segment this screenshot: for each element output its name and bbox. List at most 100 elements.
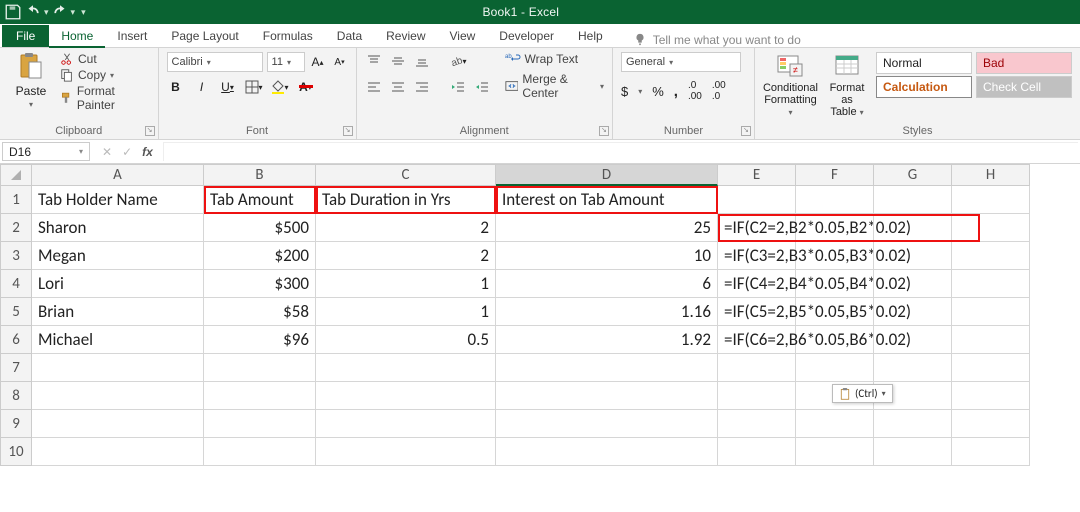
- cell-D4[interactable]: 6: [496, 270, 718, 298]
- cell-B4[interactable]: $300: [204, 270, 316, 298]
- cell-D3[interactable]: 10: [496, 242, 718, 270]
- tell-me-search[interactable]: Tell me what you want to do: [615, 33, 801, 47]
- paste-caret-icon[interactable]: ▾: [29, 100, 33, 109]
- row-header-6[interactable]: 6: [0, 326, 32, 354]
- tab-data[interactable]: Data: [325, 25, 374, 47]
- increase-indent-icon[interactable]: [473, 78, 491, 96]
- row-header-1[interactable]: 1: [0, 186, 32, 214]
- cell-C3[interactable]: 2: [316, 242, 496, 270]
- redo-caret-icon[interactable]: ▾: [71, 7, 76, 18]
- cell-G6[interactable]: [874, 326, 952, 354]
- cell-C4[interactable]: 1: [316, 270, 496, 298]
- cell-E5[interactable]: =IF(C5=2,B5*0.05,B5*0.02): [718, 298, 796, 326]
- col-header-E[interactable]: E: [718, 164, 796, 186]
- tab-review[interactable]: Review: [374, 25, 437, 47]
- align-center-icon[interactable]: [389, 78, 407, 96]
- fill-color-icon[interactable]: ▾: [271, 78, 289, 96]
- font-size-select[interactable]: 11▾: [267, 52, 305, 72]
- cell-A4[interactable]: Lori: [32, 270, 204, 298]
- decrease-font-icon[interactable]: A▾: [331, 53, 349, 71]
- cell-E3[interactable]: =IF(C3=2,B3*0.05,B3*0.02): [718, 242, 796, 270]
- cell-B2[interactable]: $500: [204, 214, 316, 242]
- cell-G1[interactable]: [874, 186, 952, 214]
- format-as-table-button[interactable]: Format asTable ▾: [824, 52, 870, 119]
- clipboard-launcher[interactable]: ↘: [145, 126, 155, 136]
- align-middle-icon[interactable]: [389, 52, 407, 70]
- cell-B6[interactable]: $96: [204, 326, 316, 354]
- cell-H3[interactable]: [952, 242, 1030, 270]
- cell-A1[interactable]: Tab Holder Name: [32, 186, 204, 214]
- copy-button[interactable]: Copy ▾: [60, 68, 150, 82]
- undo-icon[interactable]: [24, 3, 42, 21]
- tab-help[interactable]: Help: [566, 25, 615, 47]
- cell-style-check-cell[interactable]: Check Cell: [976, 76, 1072, 98]
- align-top-icon[interactable]: [365, 52, 383, 70]
- cell-F3[interactable]: [796, 242, 874, 270]
- paste-button[interactable]: Paste ▾: [8, 52, 54, 109]
- cell-D2[interactable]: 25: [496, 214, 718, 242]
- cell-H4[interactable]: [952, 270, 1030, 298]
- align-left-icon[interactable]: [365, 78, 383, 96]
- cell-style-calculation[interactable]: Calculation: [876, 76, 972, 98]
- tab-formulas[interactable]: Formulas: [251, 25, 325, 47]
- row-header-10[interactable]: 10: [0, 438, 32, 466]
- cell-B3[interactable]: $200: [204, 242, 316, 270]
- tab-insert[interactable]: Insert: [105, 25, 159, 47]
- tab-developer[interactable]: Developer: [487, 25, 566, 47]
- borders-icon[interactable]: ▾: [245, 78, 263, 96]
- cell-E6[interactable]: =IF(C6=2,B6*0.05,B6*0.02): [718, 326, 796, 354]
- paste-options-caret-icon[interactable]: ▾: [882, 389, 886, 399]
- enter-formula-icon[interactable]: ✓: [122, 145, 132, 159]
- increase-decimal-icon[interactable]: .0.00: [688, 80, 702, 102]
- alignment-launcher[interactable]: ↘: [599, 126, 609, 136]
- cut-button[interactable]: Cut: [60, 52, 150, 66]
- font-color-icon[interactable]: A ▾: [297, 78, 315, 96]
- cell-F4[interactable]: [796, 270, 874, 298]
- row-header-8[interactable]: 8: [0, 382, 32, 410]
- merge-center-button[interactable]: Merge & Center ▾: [505, 72, 604, 100]
- tab-view[interactable]: View: [438, 25, 488, 47]
- row-header-5[interactable]: 5: [0, 298, 32, 326]
- save-icon[interactable]: [4, 3, 22, 21]
- number-launcher[interactable]: ↘: [741, 126, 751, 136]
- cell-C5[interactable]: 1: [316, 298, 496, 326]
- cell-D6[interactable]: 1.92: [496, 326, 718, 354]
- percent-icon[interactable]: %: [652, 84, 664, 99]
- cell-B5[interactable]: $58: [204, 298, 316, 326]
- col-header-H[interactable]: H: [952, 164, 1030, 186]
- align-bottom-icon[interactable]: [413, 52, 431, 70]
- format-painter-button[interactable]: Format Painter: [60, 84, 150, 112]
- cell-A3[interactable]: Megan: [32, 242, 204, 270]
- cell-A2[interactable]: Sharon: [32, 214, 204, 242]
- decrease-decimal-icon[interactable]: .00.0: [712, 80, 726, 102]
- col-header-F[interactable]: F: [796, 164, 874, 186]
- col-header-D[interactable]: D: [496, 164, 718, 186]
- bold-icon[interactable]: B: [167, 78, 185, 96]
- cell-E1[interactable]: [718, 186, 796, 214]
- underline-icon[interactable]: U▾: [219, 78, 237, 96]
- formula-input[interactable]: [163, 142, 1078, 161]
- cell-G4[interactable]: [874, 270, 952, 298]
- cell-style-normal[interactable]: Normal: [876, 52, 972, 74]
- cell-F1[interactable]: [796, 186, 874, 214]
- font-name-select[interactable]: Calibri▾: [167, 52, 263, 72]
- number-format-select[interactable]: General▾: [621, 52, 741, 72]
- redo-icon[interactable]: [51, 3, 69, 21]
- row-header-3[interactable]: 3: [0, 242, 32, 270]
- tab-file[interactable]: File: [2, 25, 49, 47]
- cell-style-bad[interactable]: Bad: [976, 52, 1072, 74]
- wrap-text-button[interactable]: ab Wrap Text: [505, 52, 604, 66]
- cell-A5[interactable]: Brian: [32, 298, 204, 326]
- cell-C6[interactable]: 0.5: [316, 326, 496, 354]
- italic-icon[interactable]: I: [193, 78, 211, 96]
- qat-custom-caret-icon[interactable]: ▾: [77, 7, 86, 18]
- col-header-B[interactable]: B: [204, 164, 316, 186]
- col-header-C[interactable]: C: [316, 164, 496, 186]
- cell-E4[interactable]: =IF(C4=2,B4*0.05,B4*0.02): [718, 270, 796, 298]
- name-box[interactable]: D16 ▾: [2, 142, 90, 161]
- align-right-icon[interactable]: [413, 78, 431, 96]
- fx-icon[interactable]: fx: [142, 145, 153, 159]
- cell-F6[interactable]: [796, 326, 874, 354]
- undo-caret-icon[interactable]: ▾: [44, 7, 49, 18]
- cell-G5[interactable]: [874, 298, 952, 326]
